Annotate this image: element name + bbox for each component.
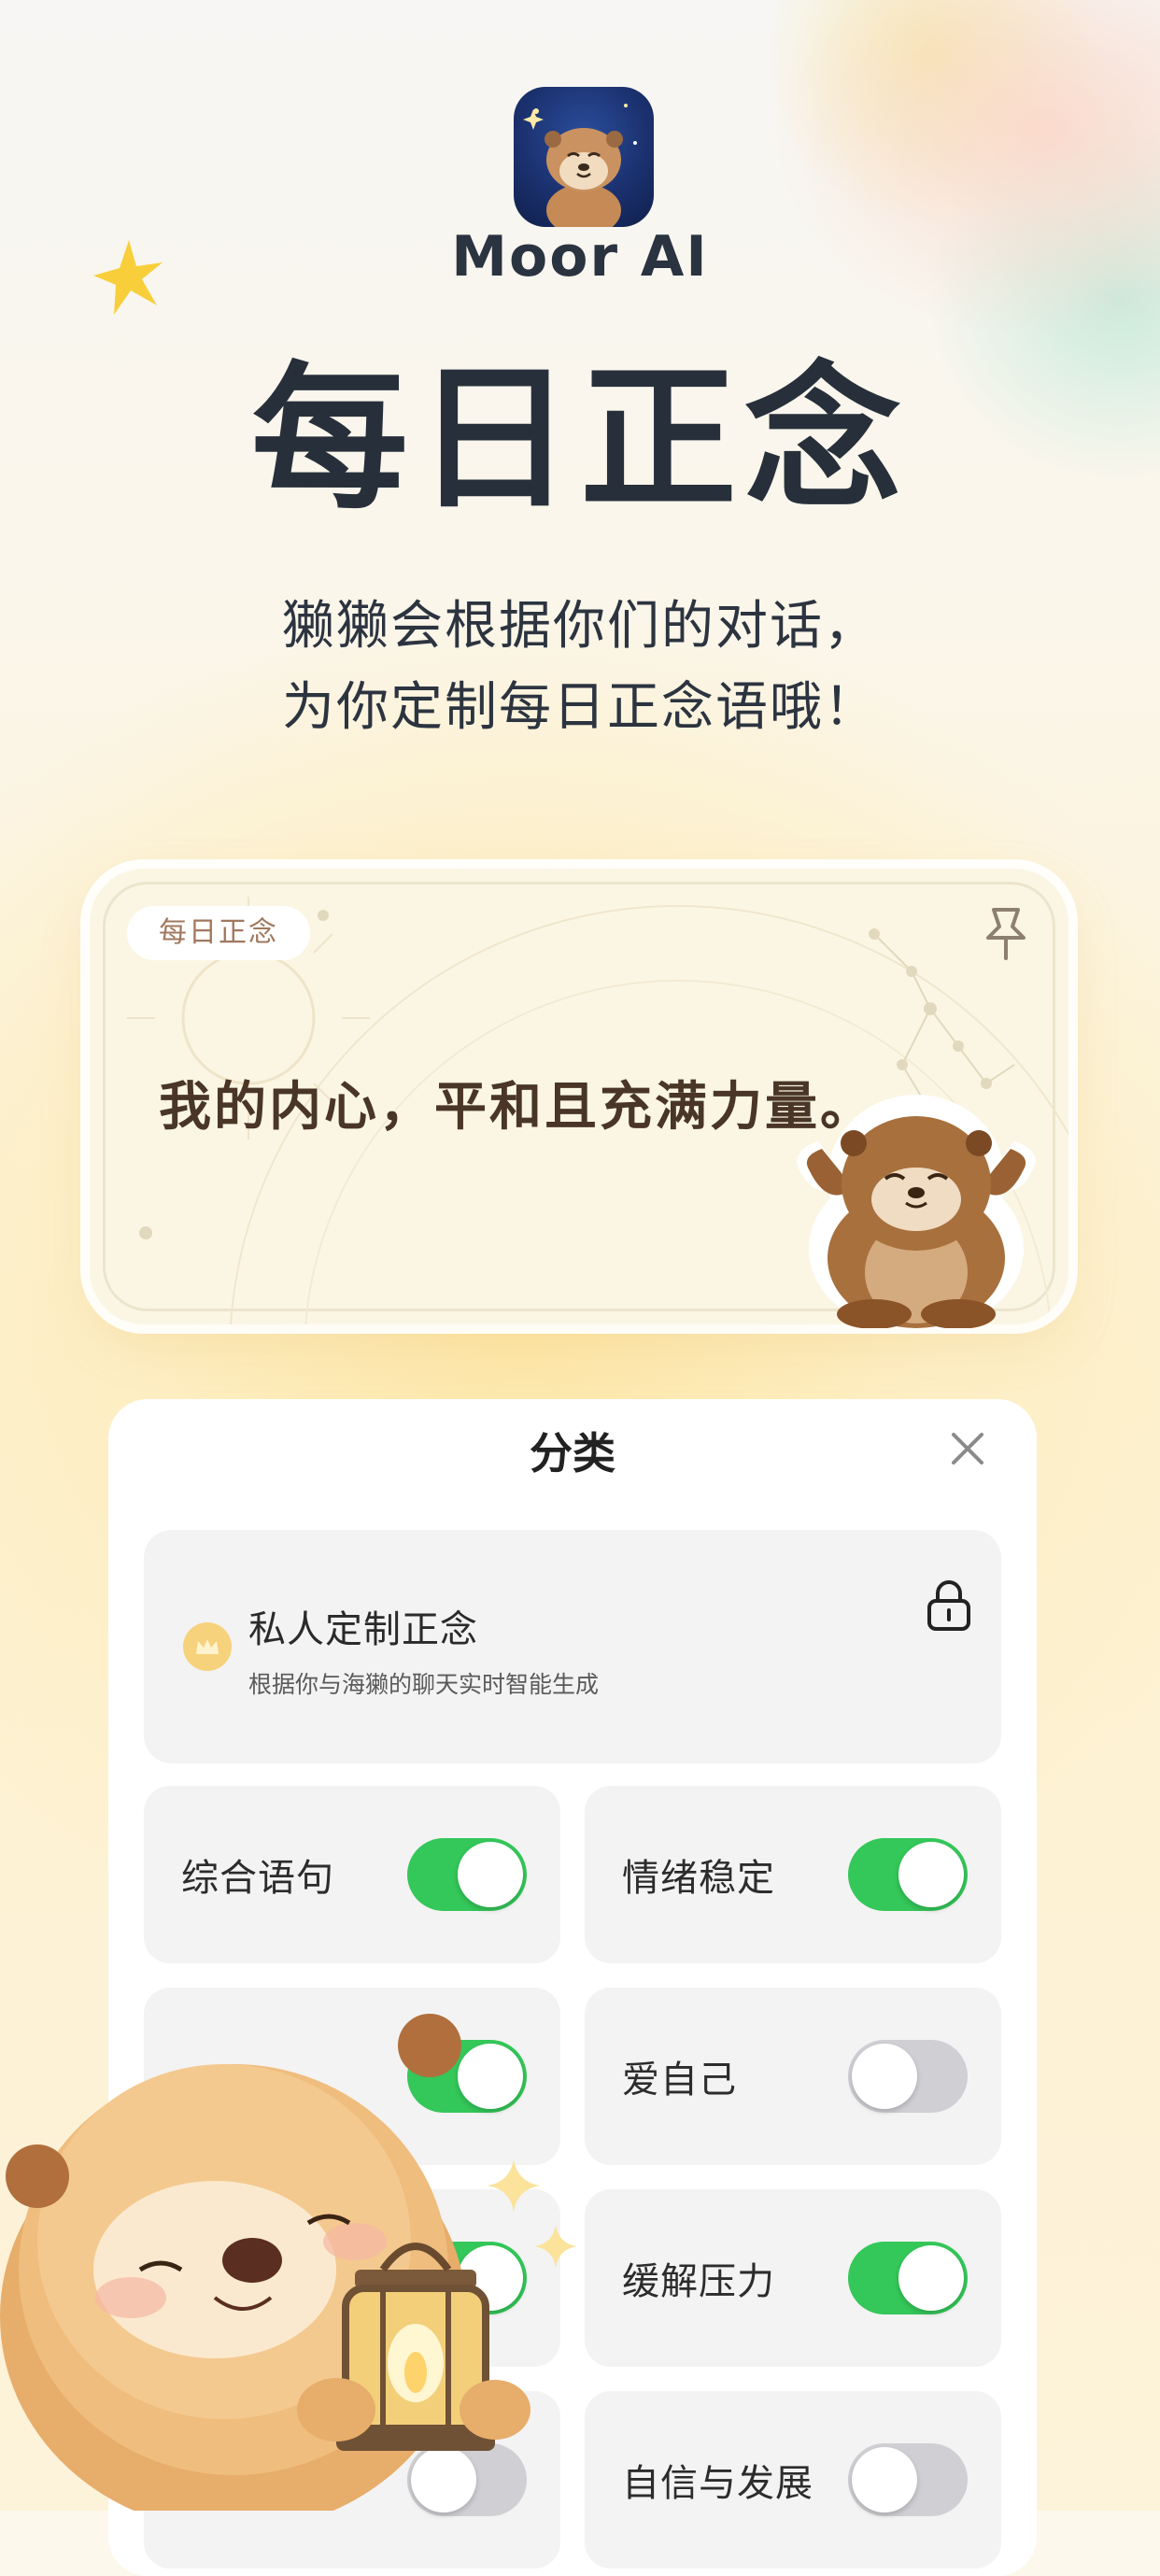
quote-tag: 每日正念: [127, 906, 310, 960]
toggle-knob: [898, 2245, 964, 2311]
subtitle-line-1: 獭獭会根据你们的对话，: [282, 596, 878, 657]
page-title: 每日正念: [251, 347, 909, 531]
private-option-title: 私人定制正念: [248, 1608, 478, 1651]
category-toggle[interactable]: [848, 1838, 968, 1911]
category-label: 爱自己: [622, 2059, 737, 2102]
toggle-knob: [458, 1842, 523, 1907]
category-label: 综合语句: [181, 1857, 334, 1900]
otter-app-icon: [523, 104, 637, 227]
toggle-knob: [852, 2044, 917, 2109]
sparkle-icon: [486, 2158, 542, 2217]
category-item[interactable]: 情绪稳定: [585, 1786, 1001, 1963]
app-name: Moor AI: [451, 224, 709, 290]
app-icon: [514, 87, 654, 227]
category-label: 缓解压力: [622, 2260, 775, 2303]
category-item[interactable]: 缓解压力: [585, 2189, 1001, 2367]
sparkle-icon: [532, 2223, 579, 2273]
lantern-otter-illustration: [0, 1961, 560, 2531]
category-toggle[interactable]: [407, 1838, 527, 1911]
toggle-knob: [898, 1842, 964, 1907]
category-item[interactable]: 爱自己: [585, 1988, 1001, 2165]
crown-icon: [183, 1622, 232, 1671]
subtitle-line-2: 为你定制每日正念语哦！: [282, 676, 878, 738]
toggle-knob: [852, 2447, 917, 2512]
private-option-description: 根据你与海獭的聊天实时智能生成: [248, 1671, 600, 1698]
close-icon[interactable]: [948, 1429, 987, 1472]
lock-icon: [925, 1578, 973, 1636]
category-label: 自信与发展: [622, 2462, 813, 2505]
category-item[interactable]: 自信与发展: [585, 2391, 1001, 2569]
quote-text: 我的内心，平和且充满力量。: [159, 1077, 875, 1138]
meditating-otter-illustration: [781, 1085, 1052, 1333]
panel-title: 分类: [530, 1428, 615, 1479]
pin-icon[interactable]: [981, 906, 1031, 964]
category-item[interactable]: 综合语句: [144, 1786, 560, 1963]
category-toggle[interactable]: [848, 2040, 968, 2113]
page-subtitle: 獭獭会根据你们的对话， 为你定制每日正念语哦！: [0, 587, 1160, 749]
star-icon: [92, 238, 166, 320]
category-toggle[interactable]: [848, 2242, 968, 2314]
category-toggle[interactable]: [848, 2443, 968, 2516]
category-label: 情绪稳定: [622, 1857, 775, 1900]
